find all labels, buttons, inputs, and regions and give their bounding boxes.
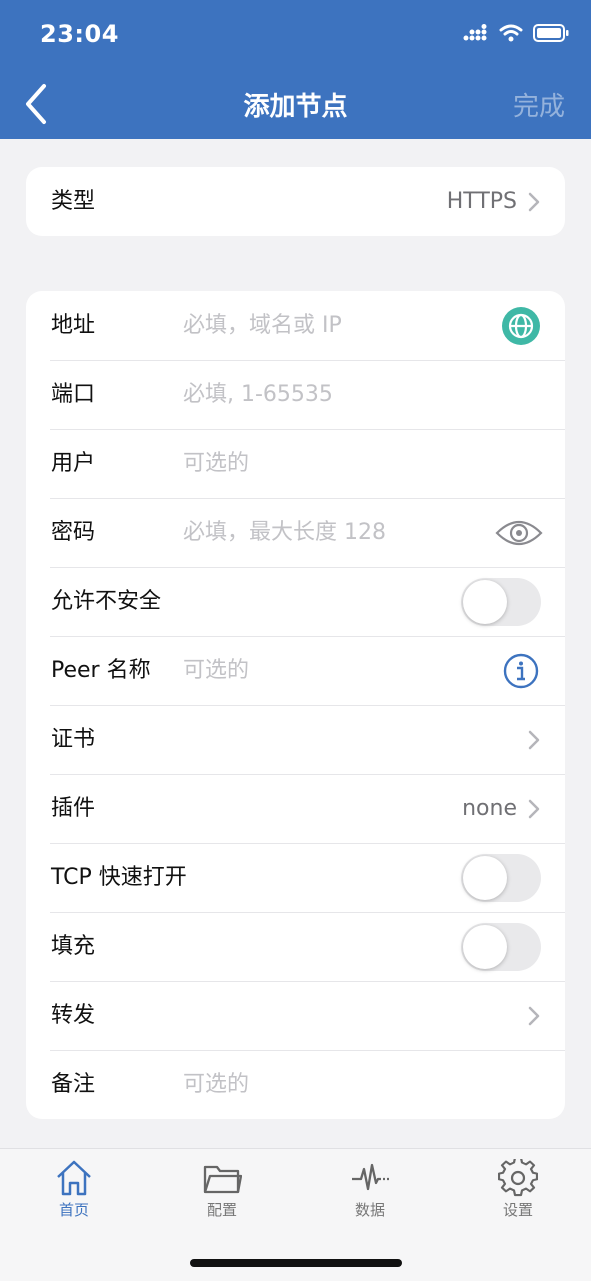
gear-icon: [498, 1159, 538, 1197]
port-row: 端口 必填, 1-65535: [26, 360, 565, 429]
plugin-value: none: [462, 796, 517, 821]
address-row: 地址 必填，域名或 IP: [26, 291, 565, 360]
globe-icon[interactable]: [501, 306, 541, 346]
chevron-right-icon: [528, 730, 540, 750]
tab-label: 设置: [502, 1201, 533, 1219]
password-row: 密码 必填，最大长度 128: [26, 498, 565, 567]
port-input[interactable]: 必填, 1-65535: [183, 360, 333, 429]
padding-toggle[interactable]: [461, 923, 541, 971]
plugin-label: 插件: [51, 796, 96, 821]
remark-label: 备注: [51, 1072, 96, 1097]
tab-home[interactable]: 首页: [24, 1159, 124, 1220]
address-input[interactable]: 必填，域名或 IP: [183, 291, 342, 360]
home-indicator: [190, 1259, 402, 1267]
home-icon: [57, 1160, 91, 1196]
done-button[interactable]: 完成: [513, 86, 565, 123]
toggle-knob: [463, 856, 507, 900]
folder-icon: [203, 1165, 242, 1194]
user-row: 用户 可选的: [26, 429, 565, 498]
user-input[interactable]: 可选的: [183, 429, 249, 498]
tab-settings[interactable]: 设置: [468, 1159, 568, 1220]
tab-label: 数据: [354, 1201, 385, 1219]
password-input[interactable]: 必填，最大长度 128: [183, 498, 386, 567]
tab-label: 配置: [206, 1201, 237, 1219]
peer-name-row: Peer 名称 可选的: [26, 636, 565, 705]
battery-icon: [533, 24, 569, 42]
status-time: 23:04: [40, 20, 119, 48]
page-title: 添加节点: [243, 92, 348, 122]
allow-insecure-row: 允许不安全: [26, 567, 565, 636]
padding-label: 填充: [51, 934, 96, 959]
chevron-right-icon: [528, 1006, 540, 1026]
tab-label: 首页: [58, 1201, 89, 1219]
plugin-row[interactable]: 插件 none: [26, 774, 565, 843]
forward-label: 转发: [51, 1003, 96, 1028]
peer-name-input[interactable]: 可选的: [183, 636, 249, 705]
type-label: 类型: [51, 189, 96, 214]
tcp-fast-open-label: TCP 快速打开: [51, 865, 187, 890]
type-card: 类型 HTTPS: [26, 167, 565, 236]
peer-name-label: Peer 名称: [51, 658, 151, 683]
forward-row[interactable]: 转发: [26, 981, 565, 1050]
nav-header: 23:04 添加节点 完成: [0, 0, 591, 139]
signal-icon: [463, 24, 487, 41]
address-label: 地址: [51, 313, 96, 338]
port-label: 端口: [51, 382, 96, 407]
certificate-row[interactable]: 证书: [26, 705, 565, 774]
tcp-fast-open-row: TCP 快速打开: [26, 843, 565, 912]
remark-row: 备注 可选的: [26, 1050, 565, 1119]
allow-insecure-toggle[interactable]: [461, 578, 541, 626]
activity-icon: [352, 1163, 389, 1191]
chevron-right-icon: [528, 799, 540, 819]
eye-icon[interactable]: [495, 513, 543, 553]
type-row[interactable]: 类型 HTTPS: [26, 167, 565, 236]
info-icon[interactable]: [503, 653, 539, 689]
type-value: HTTPS: [446, 189, 517, 214]
certificate-label: 证书: [51, 727, 96, 752]
tab-config[interactable]: 配置: [172, 1159, 272, 1220]
remark-input[interactable]: 可选的: [183, 1050, 249, 1119]
password-label: 密码: [51, 520, 96, 545]
wifi-icon: [499, 24, 523, 42]
tab-data[interactable]: 数据: [320, 1159, 420, 1220]
padding-row: 填充: [26, 912, 565, 981]
toggle-knob: [463, 580, 507, 624]
toggle-knob: [463, 925, 507, 969]
tcp-fast-open-toggle[interactable]: [461, 854, 541, 902]
user-label: 用户: [51, 451, 96, 476]
form-card: 地址 必填，域名或 IP 端口 必填, 1-65535 用户 可选的 密码 必填…: [26, 291, 565, 1119]
status-icons: [463, 24, 569, 42]
allow-insecure-label: 允许不安全: [51, 589, 162, 614]
chevron-right-icon: [528, 192, 540, 212]
